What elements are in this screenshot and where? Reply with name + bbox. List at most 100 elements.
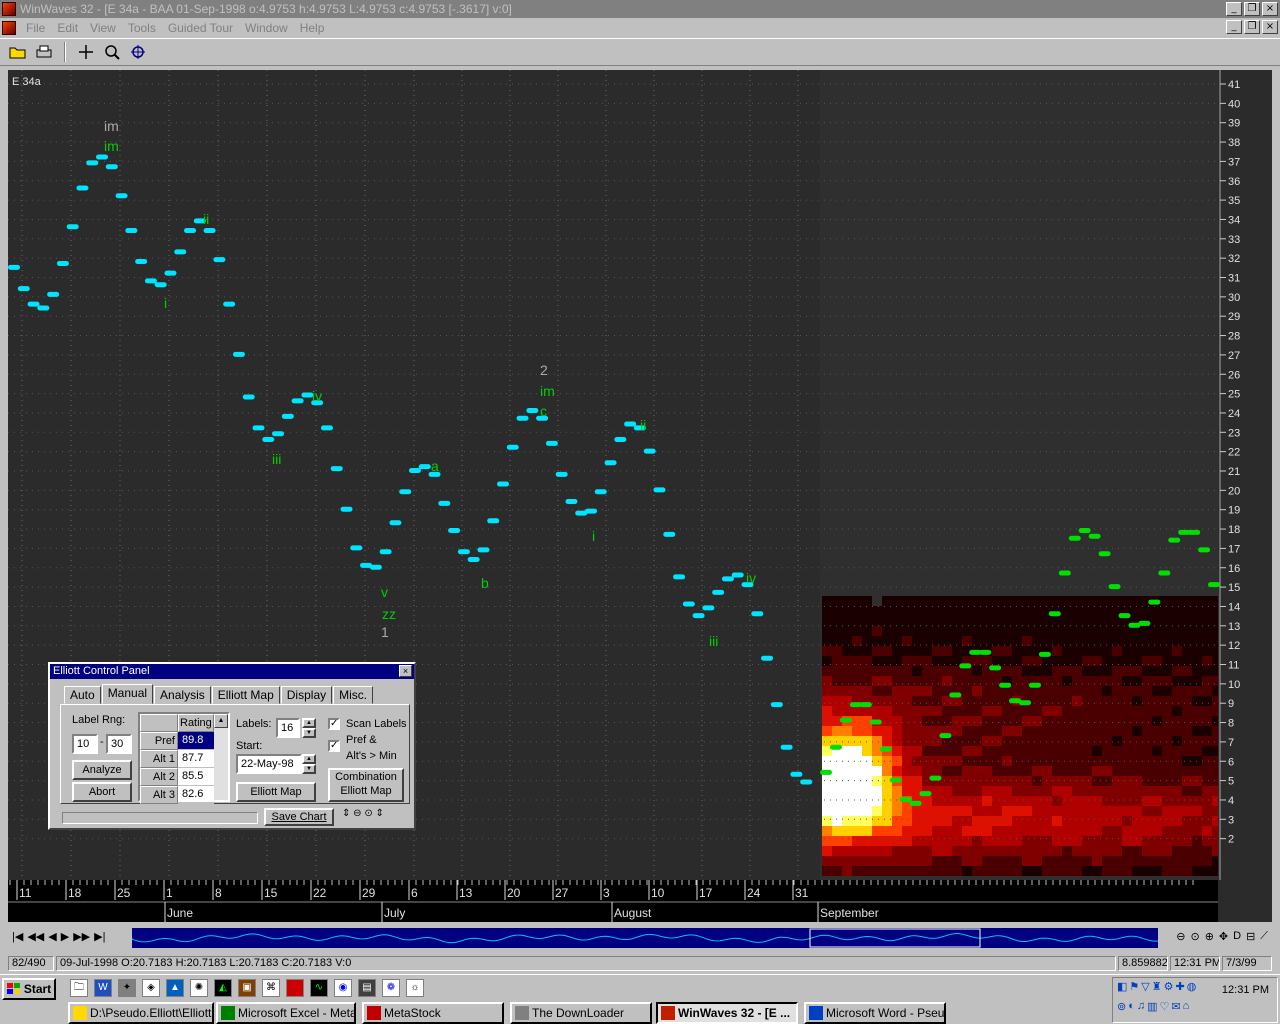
doc-close-button[interactable]: × — [1262, 20, 1278, 34]
quicklaunch-explorer-icon[interactable]: 🗀 — [70, 979, 88, 997]
rating-value[interactable]: 85.5 — [178, 768, 214, 786]
trendline-icon[interactable]: ⟋ — [1260, 930, 1268, 943]
tray-icon[interactable]: ✉ — [1171, 1000, 1180, 1013]
quicklaunch-app-icon[interactable]: ▤ — [358, 979, 376, 997]
quicklaunch-app-icon[interactable]: ✺ — [190, 979, 208, 997]
tray-icon[interactable]: ⊚ — [1117, 1000, 1126, 1013]
label-rng-to-input[interactable]: 30 — [106, 734, 132, 754]
tab-misc[interactable]: Misc. — [333, 686, 374, 704]
data-icon[interactable]: D — [1233, 930, 1241, 943]
overview-scrollbar[interactable] — [132, 928, 1158, 948]
quicklaunch-app-icon[interactable]: ❁ — [382, 979, 400, 997]
print-icon[interactable] — [32, 41, 56, 63]
spin-up-icon[interactable]: ▲ — [302, 718, 316, 728]
last-record-icon[interactable]: ▶| — [94, 930, 105, 943]
tray-icon[interactable]: ▥ — [1147, 1000, 1157, 1013]
minimize-button[interactable]: _ — [1226, 2, 1242, 16]
task-excel[interactable]: Microsoft Excel - Meta... — [216, 1002, 356, 1024]
menu-help[interactable]: Help — [294, 21, 331, 35]
window-icon[interactable]: ⊟ — [1246, 930, 1255, 943]
combination-elliott-map-button[interactable]: Combination Elliott Map — [328, 768, 404, 802]
quicklaunch-app-icon[interactable]: ◉ — [334, 979, 352, 997]
app-icon[interactable] — [2, 2, 16, 16]
previous-icon[interactable]: ◀ — [48, 930, 56, 943]
crosshair-icon[interactable] — [74, 41, 98, 63]
task-word[interactable]: Microsoft Word - Pseud... — [804, 1002, 946, 1024]
updown-icon[interactable]: ⇕ — [376, 808, 384, 819]
panel-mini-controls[interactable]: ⇕ ⊖ ⊙ ⇕ — [342, 808, 384, 819]
tray-icon[interactable]: ♫ — [1137, 1000, 1145, 1013]
spin-up-icon[interactable]: ▲ — [302, 754, 316, 764]
next-icon[interactable]: ▶ — [61, 930, 69, 943]
spin-down-icon[interactable]: ▼ — [302, 764, 316, 774]
start-date-input[interactable]: 22-May-98 — [236, 754, 302, 774]
doc-restore-button[interactable]: ❐ — [1244, 20, 1260, 34]
tray-icon[interactable]: ◧ — [1117, 980, 1127, 993]
quicklaunch-app-icon[interactable]: ⌘ — [262, 979, 280, 997]
document-icon[interactable] — [2, 21, 16, 35]
tray-icon[interactable]: ✚ — [1176, 980, 1185, 993]
rating-row[interactable]: Pref 89.8 — [140, 732, 214, 750]
tray-icon[interactable]: ◐ — [1128, 1000, 1135, 1013]
task-winwaves[interactable]: WinWaves 32 - [E ... — [656, 1002, 798, 1024]
menu-window[interactable]: Window — [239, 21, 294, 35]
menu-tools[interactable]: Tools — [122, 21, 162, 35]
spin-down-icon[interactable]: ▼ — [302, 728, 316, 738]
quicklaunch-app-icon[interactable]: ◈ — [142, 979, 160, 997]
task-explorer[interactable]: D:\Pseudo.Elliott\Elliott... — [68, 1002, 214, 1024]
scan-labels-checkbox[interactable]: ✓ — [328, 718, 340, 730]
rating-value[interactable]: 89.8 — [178, 732, 214, 750]
zoom-icon[interactable] — [100, 41, 124, 63]
quicklaunch-app-icon[interactable]: ▣ — [238, 979, 256, 997]
menu-edit[interactable]: Edit — [51, 21, 84, 35]
quicklaunch-app-icon[interactable]: ☼ — [406, 979, 424, 997]
quicklaunch-app-icon[interactable]: W — [94, 979, 112, 997]
target-icon[interactable] — [126, 41, 150, 63]
tray-icon[interactable]: ⌂ — [1183, 1000, 1190, 1013]
tab-elliott-map[interactable]: Elliott Map — [211, 686, 280, 704]
quicklaunch-app-icon[interactable]: ∿ — [310, 979, 328, 997]
label-rng-from-input[interactable]: 10 — [72, 734, 98, 754]
tray-icon[interactable]: ⚙ — [1164, 980, 1174, 993]
fast-forward-icon[interactable]: ▶▶ — [73, 930, 90, 943]
rating-value[interactable]: 87.7 — [178, 750, 214, 768]
quicklaunch-app-icon[interactable]: ✦ — [118, 979, 136, 997]
start-spinner[interactable]: ▲ ▼ — [302, 754, 316, 774]
rating-grid[interactable]: Rating Pref 89.8 Alt 1 87.7 Alt 2 85.5 A… — [138, 712, 230, 804]
tab-manual[interactable]: Manual — [101, 684, 154, 704]
restore-button[interactable]: ❐ — [1244, 2, 1260, 16]
zoom-in-icon[interactable]: ⊕ — [1205, 930, 1214, 943]
menu-guided-tour[interactable]: Guided Tour — [162, 21, 239, 35]
abort-button[interactable]: Abort — [72, 782, 132, 802]
rating-row[interactable]: Alt 3 82.6 — [140, 786, 214, 804]
doc-minimize-button[interactable]: _ — [1226, 20, 1242, 34]
panel-close-button[interactable]: × — [399, 665, 412, 677]
tray-icon[interactable]: ◍ — [1187, 980, 1197, 993]
elliott-map-button[interactable]: Elliott Map — [236, 782, 316, 802]
task-downloader[interactable]: The DownLoader — [510, 1002, 652, 1024]
pref-alt-checkbox[interactable]: ✓ — [328, 740, 340, 752]
rating-scrollbar[interactable]: ▲ — [214, 714, 228, 800]
tray-icon[interactable]: ♡ — [1160, 1000, 1170, 1013]
tab-auto[interactable]: Auto — [64, 686, 101, 704]
analyze-button[interactable]: Analyze — [72, 760, 132, 780]
spin-icon[interactable]: ⇕ — [342, 808, 350, 819]
rewind-icon[interactable]: ◀◀ — [27, 930, 44, 943]
rating-row[interactable]: Alt 1 87.7 — [140, 750, 214, 768]
tab-display[interactable]: Display — [280, 686, 333, 704]
pan-icon[interactable]: ✥ — [1219, 930, 1228, 943]
open-folder-icon[interactable] — [6, 41, 30, 63]
quicklaunch-app-icon[interactable]: ▲ — [166, 979, 184, 997]
quicklaunch-app-icon[interactable]: ◭ — [214, 979, 232, 997]
tray-icon[interactable]: ⚑ — [1129, 980, 1139, 993]
first-record-icon[interactable]: |◀ — [12, 930, 23, 943]
rating-row[interactable]: Alt 2 85.5 — [140, 768, 214, 786]
scroll-up-icon[interactable]: ▲ — [214, 714, 228, 728]
start-button[interactable]: Start — [2, 978, 56, 1000]
tray-icon[interactable]: ▽ — [1141, 980, 1149, 993]
labels-input[interactable]: 16 — [276, 718, 300, 738]
close-button[interactable]: × — [1262, 2, 1278, 16]
tab-analysis[interactable]: Analysis — [154, 686, 211, 704]
save-chart-button[interactable]: Save Chart — [264, 808, 334, 826]
zoom-out-icon[interactable]: ⊖ — [353, 808, 361, 819]
